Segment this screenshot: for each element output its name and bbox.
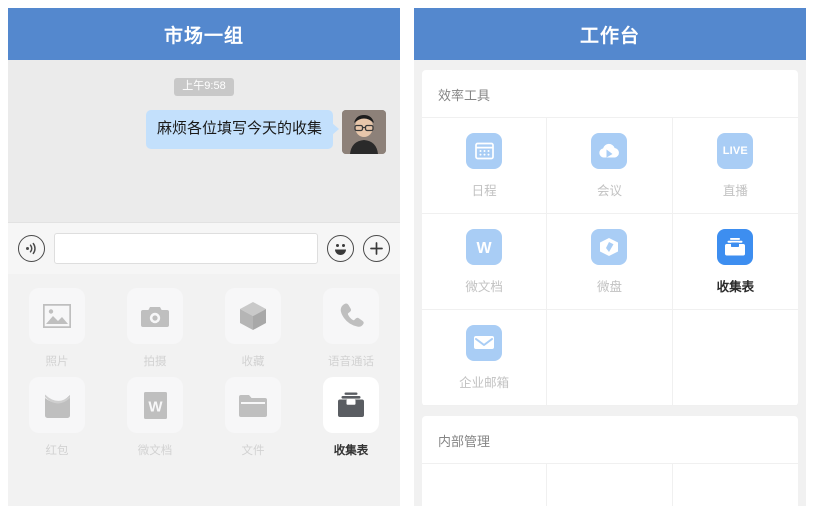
folder-icon bbox=[225, 377, 281, 433]
user-avatar-photo-icon bbox=[342, 110, 386, 154]
attachment-panel: 照片 拍摄 收藏 语音通话 红包 W 微文档 文件 收集表 bbox=[8, 274, 400, 506]
live-icon: LIVE bbox=[717, 132, 754, 169]
red-packet-icon bbox=[29, 377, 85, 433]
attachment-label: 文件 bbox=[241, 445, 265, 457]
attachment-item-wedoc[interactable]: W 微文档 bbox=[106, 377, 204, 458]
section-title: 内部管理 bbox=[438, 434, 491, 449]
attachment-item-photo[interactable]: 照片 bbox=[8, 288, 106, 369]
workbench-title: 工作台 bbox=[579, 25, 640, 47]
app-item-empty bbox=[547, 464, 673, 506]
workbench-header: 工作台 bbox=[414, 8, 806, 60]
message-text: 麻烦各位填写今天的收集 bbox=[156, 120, 322, 137]
attachment-item-collect-form[interactable]: 收集表 bbox=[302, 377, 400, 458]
app-label: 收集表 bbox=[716, 279, 755, 294]
wedoc-w-icon: W bbox=[466, 228, 503, 265]
attachment-item-favorites[interactable]: 收藏 bbox=[204, 288, 302, 369]
attachment-label: 红包 bbox=[45, 445, 69, 457]
app-item-collect-form[interactable]: 收集表 bbox=[672, 214, 798, 310]
wedoc-w-icon: W bbox=[127, 377, 183, 433]
attachment-label: 收藏 bbox=[241, 356, 265, 368]
app-label: 日程 bbox=[471, 183, 497, 198]
avatar[interactable] bbox=[342, 110, 386, 154]
attachment-item-voice-call[interactable]: 语音通话 bbox=[302, 288, 400, 369]
attachment-grid: 照片 拍摄 收藏 语音通话 红包 W 微文档 文件 收集表 bbox=[8, 288, 400, 458]
app-grid bbox=[422, 463, 798, 506]
meeting-cloud-icon bbox=[591, 132, 628, 169]
attachment-item-file[interactable]: 文件 bbox=[204, 377, 302, 458]
photo-icon bbox=[29, 288, 85, 344]
chat-panel: 市场一组 上午9:58 麻烦各位填写今天的收集 照片 拍摄 收藏 语音通话 红包… bbox=[8, 8, 400, 506]
attachment-label: 微文档 bbox=[137, 445, 173, 457]
app-item-wedoc[interactable]: W 微文档 bbox=[422, 214, 548, 310]
app-item-meeting[interactable]: 会议 bbox=[547, 118, 673, 214]
wedrive-icon bbox=[591, 228, 628, 265]
app-item-live[interactable]: LIVE 直播 bbox=[672, 118, 798, 214]
app-label: 会议 bbox=[596, 183, 622, 198]
screenshot-root: 市场一组 上午9:58 麻烦各位填写今天的收集 照片 拍摄 收藏 语音通话 红包… bbox=[0, 0, 816, 506]
svg-text:W: W bbox=[477, 240, 493, 257]
message-timestamp: 上午9:58 bbox=[174, 78, 234, 96]
section-title: 效率工具 bbox=[438, 88, 491, 103]
app-label: 直播 bbox=[722, 183, 748, 198]
app-item-schedule[interactable]: 日程 bbox=[422, 118, 548, 214]
message-row: 麻烦各位填写今天的收集 bbox=[20, 110, 388, 154]
collect-form-icon bbox=[323, 377, 379, 433]
section-card-internal-management: 内部管理 bbox=[422, 416, 798, 506]
app-item-wedrive[interactable]: 微盘 bbox=[547, 214, 673, 310]
chat-input-bar bbox=[8, 222, 400, 274]
voice-input-icon[interactable] bbox=[18, 235, 45, 262]
chat-header: 市场一组 bbox=[8, 8, 400, 60]
svg-text:W: W bbox=[148, 398, 163, 415]
app-label: 微文档 bbox=[465, 279, 503, 294]
chat-message-list: 上午9:58 麻烦各位填写今天的收集 bbox=[8, 60, 400, 222]
camera-icon bbox=[127, 288, 183, 344]
app-grid: 日程 会议 LIVE 直播 W 微文档 微盘 收集表 企业邮箱 bbox=[422, 117, 798, 406]
app-item-enterprise-mail[interactable]: 企业邮箱 bbox=[422, 310, 548, 406]
live-icon-text: LIVE bbox=[722, 144, 748, 157]
app-label: 微盘 bbox=[596, 279, 622, 294]
calendar-icon bbox=[466, 132, 503, 169]
workbench-body: 效率工具 日程 会议 LIVE 直播 W 微文档 微盘 收集表 企业邮箱 内部管… bbox=[414, 60, 806, 506]
emoji-smile-icon[interactable] bbox=[327, 235, 354, 262]
app-label: 企业邮箱 bbox=[459, 375, 510, 390]
attachment-label: 照片 bbox=[45, 356, 69, 368]
app-item-empty bbox=[422, 464, 548, 506]
attachment-item-camera[interactable]: 拍摄 bbox=[106, 288, 204, 369]
attachment-label: 拍摄 bbox=[143, 356, 167, 368]
section-card-efficiency-tools: 效率工具 日程 会议 LIVE 直播 W 微文档 微盘 收集表 企业邮箱 bbox=[422, 70, 798, 406]
attachment-label: 收集表 bbox=[333, 445, 369, 457]
attachment-label: 语音通话 bbox=[328, 356, 374, 368]
attachment-item-red-packet[interactable]: 红包 bbox=[8, 377, 106, 458]
mail-icon bbox=[466, 324, 503, 361]
workbench-panel: 工作台 效率工具 日程 会议 LIVE 直播 W 微文档 微盘 收集表 企业邮箱… bbox=[414, 8, 806, 506]
timestamp-row: 上午9:58 bbox=[20, 78, 388, 96]
app-item-empty bbox=[547, 310, 673, 406]
app-item-empty bbox=[673, 464, 798, 506]
message-bubble[interactable]: 麻烦各位填写今天的收集 bbox=[145, 110, 340, 150]
chat-text-input[interactable] bbox=[54, 233, 318, 264]
collect-form-icon bbox=[717, 228, 754, 265]
plus-icon[interactable] bbox=[363, 235, 390, 262]
cube-favorites-icon bbox=[225, 288, 281, 344]
chat-title: 市场一组 bbox=[163, 25, 244, 47]
phone-call-icon bbox=[323, 288, 379, 344]
app-item-empty bbox=[672, 310, 798, 406]
